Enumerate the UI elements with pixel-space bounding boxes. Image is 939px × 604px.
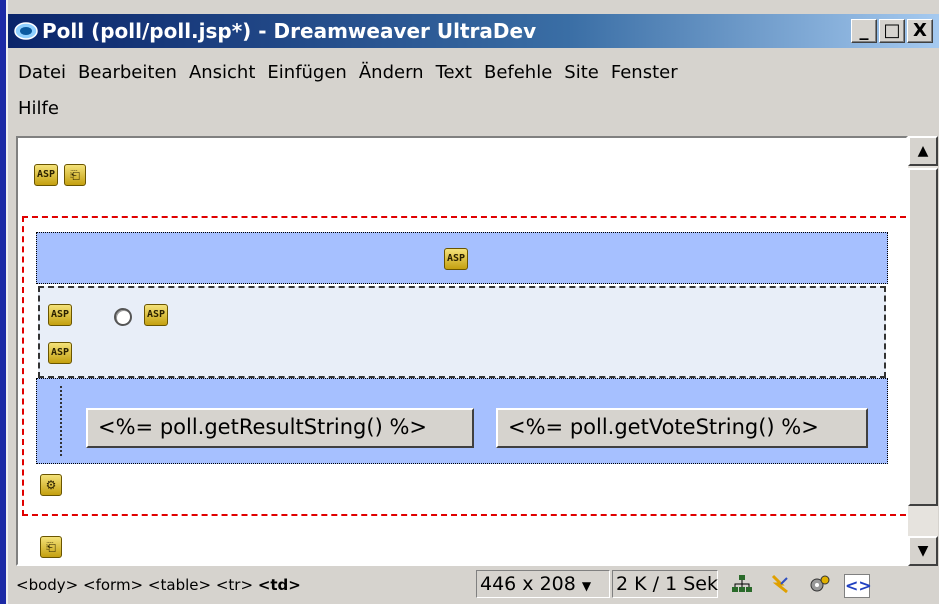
menu-datei[interactable]: Datei — [18, 62, 76, 83]
tag-body[interactable]: <body> — [16, 576, 78, 594]
menu-fenster[interactable]: Fenster — [611, 62, 688, 83]
download-time: 2 K / 1 Sek — [612, 570, 718, 598]
jsp-include-icon[interactable]: ⎗ — [40, 536, 62, 558]
dreamweaver-icon — [14, 22, 38, 40]
assets-icon[interactable] — [768, 574, 792, 596]
vote-button[interactable]: <%= poll.getVoteString() %> — [496, 408, 868, 448]
menu-einfuegen[interactable]: Einfügen — [267, 62, 356, 83]
scroll-down-icon[interactable]: ▼ — [908, 536, 938, 566]
html-source-icon[interactable]: <> — [844, 574, 872, 598]
tag-form[interactable]: <form> — [83, 576, 143, 594]
asp-marker-icon[interactable]: ASP — [144, 304, 168, 326]
window-title: Poll (poll/poll.jsp*) - Dreamweaver Ultr… — [42, 19, 537, 43]
asp-marker-icon[interactable]: ASP — [444, 248, 468, 270]
asp-marker-icon[interactable]: ASP — [34, 164, 58, 186]
menu-row-1: Datei Bearbeiten Ansicht Einfügen Ändern… — [18, 62, 690, 83]
vertical-scrollbar[interactable]: ▲ ▼ — [908, 136, 938, 566]
site-window-icon[interactable] — [730, 574, 754, 596]
asp-marker-icon[interactable]: ASP — [48, 342, 72, 364]
menu-bearbeiten[interactable]: Bearbeiten — [78, 62, 187, 83]
scroll-up-icon[interactable]: ▲ — [908, 136, 938, 166]
vote-radio-button[interactable] — [114, 308, 132, 326]
jsp-include-icon[interactable]: ⎗ — [64, 164, 86, 186]
result-button[interactable]: <%= poll.getResultString() %> — [86, 408, 474, 448]
menu-ansicht[interactable]: Ansicht — [189, 62, 265, 83]
window-size-dropdown[interactable]: 446 x 208 ▼ — [476, 570, 610, 598]
title-bar[interactable]: Poll (poll/poll.jsp*) - Dreamweaver Ultr… — [8, 14, 939, 48]
menu-bar: Datei Bearbeiten Ansicht Einfügen Ändern… — [8, 56, 939, 126]
document-canvas[interactable]: ASP ⎗ ASP ASP ASP ASP <%= poll.getResult… — [16, 136, 908, 566]
window-size-value: 446 x 208 — [480, 573, 576, 595]
minimize-button[interactable]: _ — [851, 19, 877, 43]
script-marker-icon[interactable]: ⚙ — [40, 474, 62, 496]
tag-selector: <body> <form> <table> <tr> <td> — [16, 576, 301, 594]
close-button[interactable]: X — [907, 19, 933, 43]
tag-table[interactable]: <table> — [148, 576, 211, 594]
chevron-down-icon: ▼ — [581, 579, 592, 593]
maximize-button[interactable]: □ — [879, 19, 905, 43]
application-window: Poll (poll/poll.jsp*) - Dreamweaver Ultr… — [6, 0, 939, 604]
menu-hilfe[interactable]: Hilfe — [18, 98, 69, 119]
status-bar: <body> <form> <table> <tr> <td> 446 x 20… — [8, 566, 939, 604]
asp-marker-icon[interactable]: ASP — [48, 304, 72, 326]
tag-tr[interactable]: <tr> — [216, 576, 253, 594]
scroll-thumb[interactable] — [908, 168, 938, 506]
behaviors-icon[interactable] — [808, 574, 832, 596]
menu-befehle[interactable]: Befehle — [484, 62, 562, 83]
menu-site[interactable]: Site — [564, 62, 609, 83]
table-row-options[interactable] — [38, 286, 886, 378]
menu-text[interactable]: Text — [436, 62, 482, 83]
menu-aendern[interactable]: Ändern — [359, 62, 434, 83]
tag-td[interactable]: <td> — [258, 576, 301, 594]
cell-divider — [60, 386, 62, 456]
menu-row-2: Hilfe — [18, 98, 71, 119]
